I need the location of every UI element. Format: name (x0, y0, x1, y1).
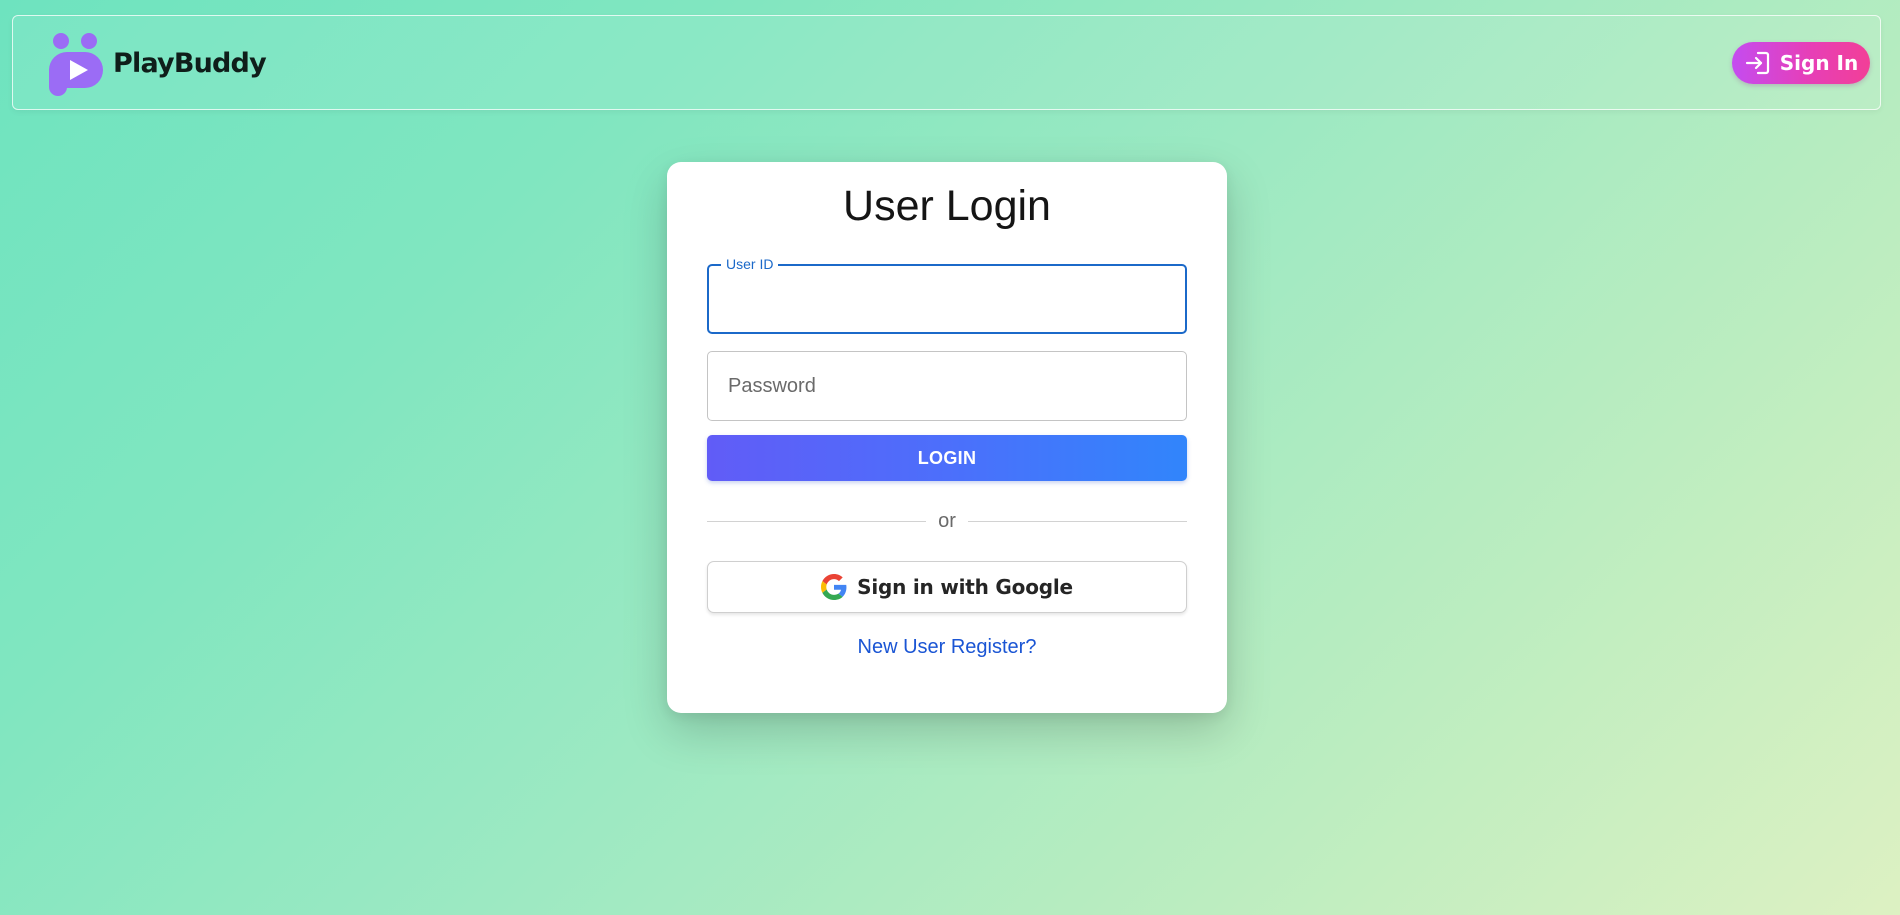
divider-line-right (967, 520, 1188, 522)
playbuddy-logo-icon (49, 33, 103, 96)
login-card: User Login User ID LOGIN or Sign in with… (667, 162, 1227, 713)
google-icon (821, 574, 847, 600)
password-field[interactable] (707, 351, 1187, 421)
divider-line-left (707, 520, 927, 522)
or-divider: or (707, 506, 1188, 536)
login-arrow-icon (1745, 51, 1769, 75)
login-button[interactable]: LOGIN (707, 435, 1187, 481)
brand-logo[interactable]: PlayBuddy (47, 30, 267, 96)
top-navbar: PlayBuddy Sign In (12, 15, 1881, 110)
divider-or-text: or (938, 509, 956, 532)
nav-sign-in-label: Sign In (1779, 51, 1859, 75)
google-sign-in-label: Sign in with Google (857, 575, 1073, 599)
password-input[interactable] (726, 352, 1170, 420)
google-sign-in-button[interactable]: Sign in with Google (707, 561, 1187, 613)
user-id-field[interactable]: User ID (707, 256, 1187, 334)
user-id-input[interactable] (727, 266, 1171, 334)
register-link[interactable]: New User Register? (667, 636, 1227, 659)
login-title: User Login (843, 182, 1051, 230)
nav-sign-in-button[interactable]: Sign In (1732, 42, 1870, 84)
brand-name: PlayBuddy (113, 47, 267, 79)
